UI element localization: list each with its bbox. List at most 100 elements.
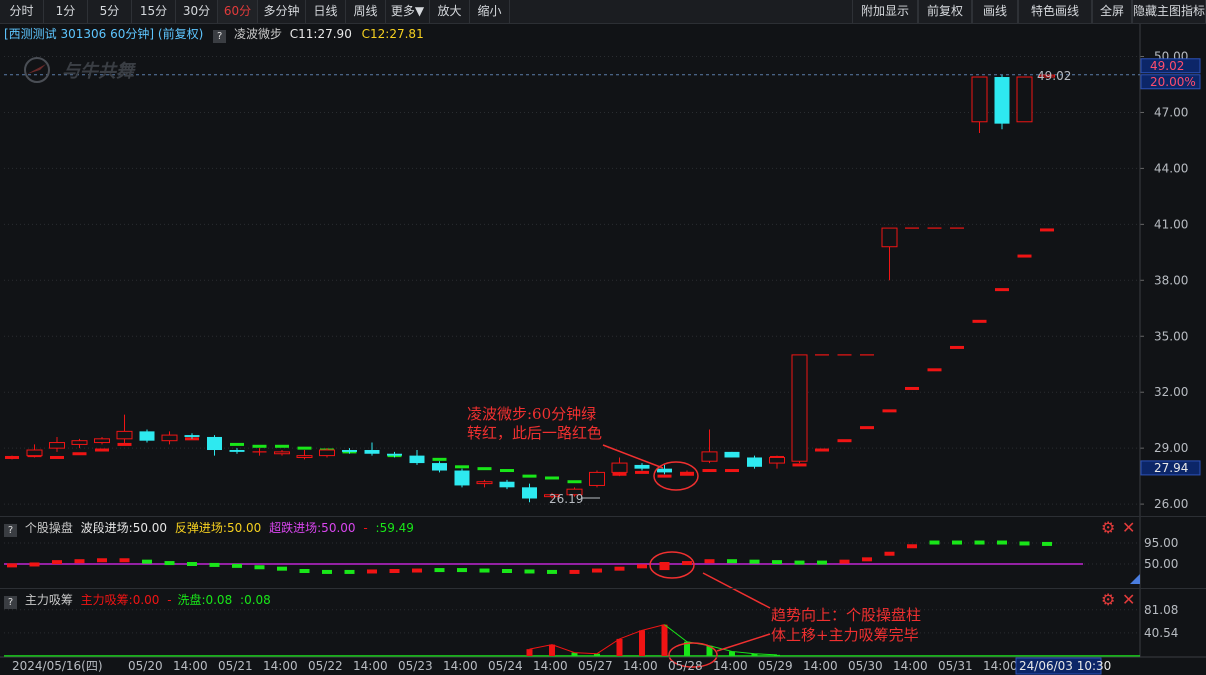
help-icon[interactable]: ? — [213, 30, 227, 43]
x-tick-label: 14:00 — [353, 659, 388, 673]
y-tick-label: 35.00 — [1154, 329, 1188, 343]
candle-body — [116, 430, 133, 440]
panel2-bar — [592, 568, 602, 573]
candlestick-chart[interactable]: 50.00 47.00 44.00 41.00 38.00 35.00 32.00 29.00… — [0, 0, 1206, 675]
lingbo-mark — [995, 288, 1009, 292]
x-tick-label: 14:00 — [983, 659, 1018, 673]
candle-body — [296, 455, 313, 458]
x-tick-label: 05/28 — [668, 659, 703, 673]
hline-value: 49.02 — [1150, 59, 1184, 73]
x-tick-label: 14:00 — [533, 659, 568, 673]
y-tick-label: 26.00 — [1154, 497, 1188, 511]
x-tick-label: 05/27 — [578, 659, 613, 673]
x-tick-label: 05/24 — [488, 659, 523, 673]
panel3-v1: 主力吸筹:0.00 — [80, 593, 160, 607]
panel2-bar — [7, 563, 17, 568]
watermark-text: 与牛共舞 — [62, 61, 137, 82]
panel3-dash: - — [167, 593, 172, 607]
lingbo-mark — [927, 368, 942, 372]
x-tick-label: 05/21 — [218, 659, 253, 673]
panel2-bar — [1019, 541, 1030, 546]
panel2-bar — [704, 559, 715, 564]
candle-body — [499, 481, 515, 488]
candle-body — [634, 464, 650, 469]
lingbo-mark — [882, 409, 897, 413]
panel2-bar — [1042, 541, 1052, 546]
x-tick-label: 14:00 — [893, 659, 928, 673]
c2-value: C12:27.81 — [361, 27, 424, 41]
panel2-bar — [907, 544, 917, 549]
y-tick-label: 47.00 — [1154, 105, 1188, 119]
candle-body — [791, 354, 808, 462]
lingbo-mark — [905, 386, 919, 390]
panel3-name[interactable]: 主力吸筹 — [25, 593, 73, 607]
panel3-tick-label: 40.54 — [1144, 626, 1178, 640]
candle-body — [274, 451, 290, 455]
panel2-bar — [209, 562, 220, 567]
close-icon[interactable]: ✕ — [1122, 520, 1135, 536]
panel2-bar — [952, 540, 962, 545]
panel2-bar — [749, 559, 760, 564]
x-tick-label: 14:00 — [713, 659, 748, 673]
adjust-label: (前复权) — [157, 27, 204, 41]
candle-body — [476, 481, 493, 485]
panel2-bar — [884, 551, 895, 556]
panel2-bar — [524, 569, 535, 574]
x-tick-label: 14:00 — [263, 659, 298, 673]
x-tick-label: 14:00 — [803, 659, 838, 673]
x-tick-label: 14:00 — [623, 659, 658, 673]
help-icon[interactable]: ? — [4, 596, 17, 609]
lingbo-mark — [837, 439, 852, 443]
panel2-bar — [502, 569, 512, 574]
lingbo-mark — [702, 469, 717, 473]
candle-body — [184, 435, 200, 437]
high-price-label: 49.02 — [1037, 69, 1071, 83]
panel2-v1: 波段进场:50.00 — [80, 521, 168, 535]
annotation-text-4: 体上移+主力吸筹完毕 — [771, 626, 919, 644]
y-tick-label: 38.00 — [1154, 273, 1188, 287]
lingbo-mark — [1017, 254, 1032, 258]
indicator-name[interactable]: 凌波微步 — [234, 27, 282, 41]
lingbo-mark — [230, 442, 244, 446]
panel2-bar — [569, 569, 580, 574]
panel2-bar — [479, 568, 490, 573]
lingbo-mark — [815, 448, 829, 452]
close-icon[interactable]: ✕ — [1122, 592, 1135, 608]
low-price-label: 26.19 — [549, 492, 583, 506]
x-tick-label: 05/31 — [938, 659, 973, 673]
stock-label[interactable]: [西测测试 301306 60分钟] — [4, 27, 154, 41]
candle-body — [229, 450, 245, 452]
panel2-v4: :59.49 — [375, 521, 414, 535]
y-tick-label: 41.00 — [1154, 217, 1188, 231]
lingbo-mark — [50, 455, 64, 459]
help-icon[interactable]: ? — [4, 524, 17, 537]
panel2-bar — [817, 560, 827, 565]
panel2-bar — [187, 562, 197, 566]
main-chart-header: [西测测试 301306 60分钟] (前复权) ? 凌波微步 C11:27.9… — [4, 26, 424, 43]
gear-icon[interactable]: ⚙ — [1101, 592, 1115, 608]
candle-body — [589, 471, 605, 486]
gear-icon[interactable]: ⚙ — [1101, 520, 1115, 536]
candle-body — [409, 455, 425, 464]
panel2-bar — [344, 569, 355, 574]
lingbo-mark — [455, 465, 469, 469]
x-tick-label: 14:00 — [173, 659, 208, 673]
candle-body — [364, 450, 380, 454]
panel2-bar — [232, 563, 242, 568]
panel2-tick-label: 50.00 — [1144, 557, 1178, 571]
x-tick-label: 05/22 — [308, 659, 343, 673]
panel2-bar — [254, 565, 265, 570]
panel2-bar — [929, 540, 940, 545]
panel-resize-handle — [1130, 574, 1140, 584]
panel3-bar — [639, 630, 645, 656]
candle-body — [139, 431, 155, 441]
lingbo-mark — [500, 469, 514, 473]
panel-divider — [0, 516, 1206, 517]
lingbo-mark — [275, 444, 289, 448]
panel3-bar — [549, 644, 555, 656]
panel2-name[interactable]: 个股操盘 — [25, 521, 73, 535]
annotation-text-1: 凌波微步:60分钟绿 — [467, 405, 596, 423]
panel2-bar — [682, 561, 692, 566]
annotation-pointer — [702, 572, 771, 609]
lingbo-mark — [657, 474, 672, 478]
